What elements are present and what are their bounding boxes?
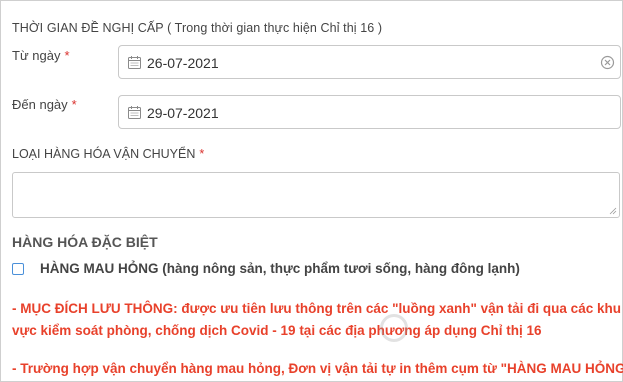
- calendar-icon[interactable]: [128, 56, 141, 69]
- from-date-label-text: Từ ngày: [12, 48, 61, 63]
- required-marker: *: [199, 147, 205, 161]
- note-line-1: - MỤC ĐÍCH LƯU THÔNG: được ưu tiên lưu t…: [12, 301, 621, 316]
- from-date-label: Từ ngày *: [12, 48, 70, 63]
- cargo-type-label-text: LOẠI HÀNG HÓA VẬN CHUYỂN: [12, 147, 196, 161]
- perishable-checkbox[interactable]: [12, 263, 24, 275]
- clear-icon[interactable]: [600, 55, 615, 70]
- calendar-icon[interactable]: [128, 106, 141, 119]
- cargo-type-label: LOẠI HÀNG HÓA VẬN CHUYỂN *: [12, 147, 204, 161]
- to-date-input[interactable]: 29-07-2021: [118, 95, 621, 129]
- special-goods-title: HÀNG HÓA ĐẶC BIỆT: [12, 234, 158, 250]
- note-line-3: - Trường hợp vận chuyển hàng mau hỏng, Đ…: [12, 361, 623, 376]
- to-date-value: 29-07-2021: [147, 105, 219, 121]
- from-date-value: 26-07-2021: [147, 55, 219, 71]
- perishable-checkbox-label[interactable]: HÀNG MAU HỎNG (hàng nông sản, thực phẩm …: [40, 261, 520, 276]
- section-title: THỜI GIAN ĐỀ NGHỊ CẤP ( Trong thời gian …: [12, 21, 383, 35]
- note-line-2: vực kiểm soát phòng, chống dịch Covid - …: [12, 323, 542, 338]
- resize-handle-icon[interactable]: [609, 207, 617, 215]
- cargo-type-textarea[interactable]: [12, 172, 620, 218]
- from-date-input[interactable]: 26-07-2021: [118, 45, 621, 79]
- required-marker: *: [64, 48, 70, 63]
- required-marker: *: [71, 97, 77, 112]
- to-date-label-text: Đến ngày: [12, 97, 68, 112]
- to-date-label: Đến ngày *: [12, 97, 77, 112]
